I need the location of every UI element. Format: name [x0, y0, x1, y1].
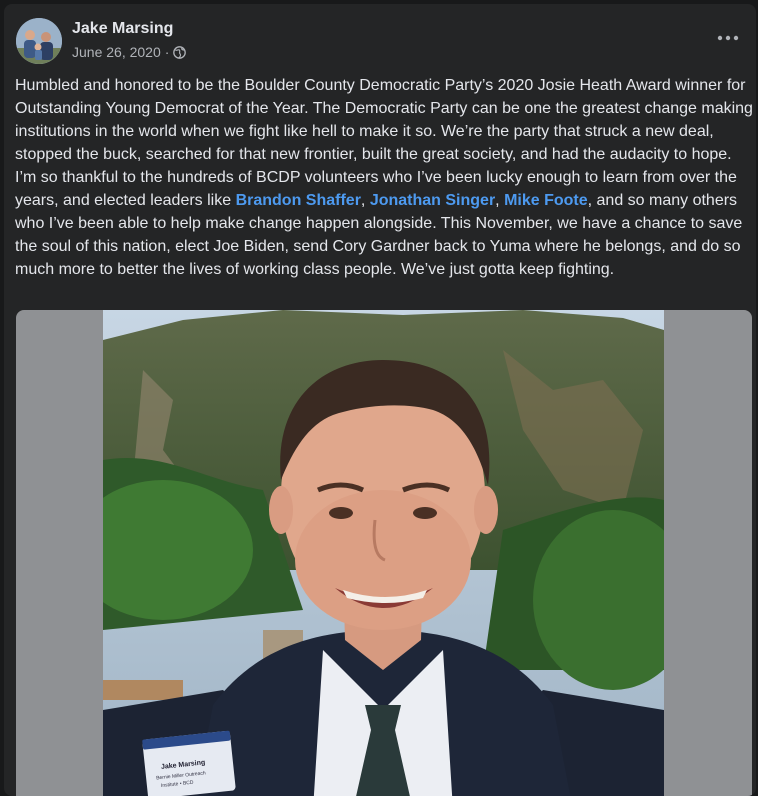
post-text-part1: Humbled and honored to be the Boulder Co…	[15, 77, 753, 209]
author-name[interactable]: Jake Marsing	[72, 20, 173, 38]
globe-icon[interactable]	[173, 45, 187, 59]
link-jonathan-singer[interactable]: Jonathan Singer	[370, 192, 495, 209]
post-text: Humbled and honored to be the Boulder Co…	[15, 74, 753, 281]
more-options-icon[interactable]	[712, 28, 744, 48]
post-meta: June 26, 2020 ·	[72, 44, 187, 60]
link-brandon-shaffer[interactable]: Brandon Shaffer	[236, 192, 361, 209]
meta-separator: ·	[164, 44, 170, 60]
text-separator: ,	[360, 192, 370, 209]
post-date[interactable]: June 26, 2020	[72, 44, 161, 60]
post-photo-frame[interactable]: Jake Marsing Bernie Miller Outreach Inst…	[16, 310, 752, 796]
text-separator: ,	[495, 192, 505, 209]
post-photo[interactable]: Jake Marsing Bernie Miller Outreach Inst…	[103, 310, 664, 796]
facebook-post: Jake Marsing June 26, 2020 · Humbled and…	[4, 4, 756, 796]
link-mike-foote[interactable]: Mike Foote	[504, 192, 588, 209]
profile-avatar[interactable]	[16, 18, 62, 64]
